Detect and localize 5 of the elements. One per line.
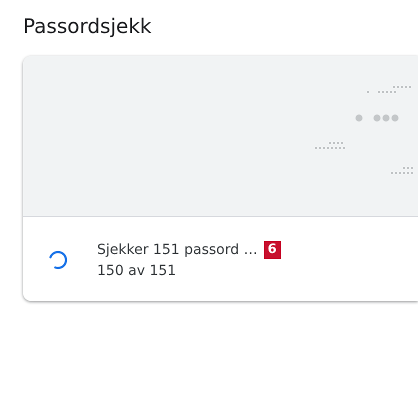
status-message: Sjekker 151 passord … xyxy=(97,242,258,258)
page-title: Passordsjekk xyxy=(23,13,152,40)
loading-spinner-icon xyxy=(47,249,69,271)
progress-count: 150 av 151 xyxy=(97,263,178,279)
callout-number: 6 xyxy=(264,241,281,259)
